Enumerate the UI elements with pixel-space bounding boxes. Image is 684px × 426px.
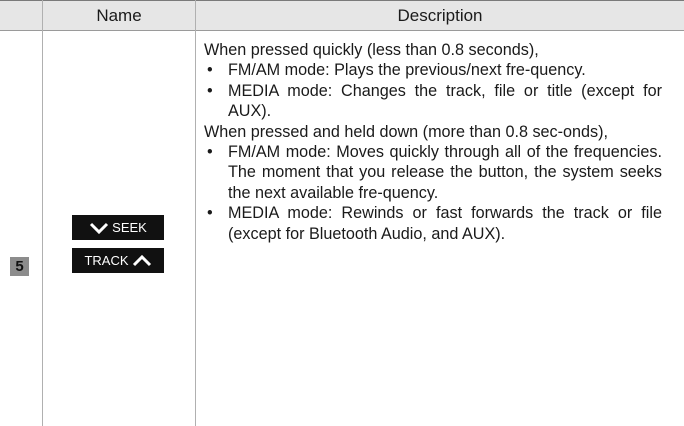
bullet-icon: • xyxy=(207,81,213,100)
header-name: Name xyxy=(96,6,142,25)
seek-button[interactable]: SEEK xyxy=(72,215,164,240)
bullet-icon: • xyxy=(207,143,213,162)
row-number-badge: 5 xyxy=(10,257,29,276)
chevron-up-icon xyxy=(132,254,151,266)
intro-text: When pressed and held down (more than 0.… xyxy=(204,122,609,141)
divider xyxy=(42,31,43,426)
list-item-text: MEDIA mode: Rewinds or fast forwards the… xyxy=(228,204,662,243)
chevron-down-icon xyxy=(90,222,109,234)
list-item-text: FM/AM mode: Plays the previous/next fre-… xyxy=(228,61,586,80)
list-item-text: MEDIA mode: Changes the track, file or t… xyxy=(228,81,662,121)
bullet-icon: • xyxy=(207,204,213,223)
description-cell: When pressed quickly (less than 0.8 seco… xyxy=(204,40,662,244)
info-table: Name Description 5 SEEK TRACK When press… xyxy=(0,0,684,426)
header-description: Description xyxy=(397,6,483,25)
list-item: • MEDIA mode: Changes the track, file or… xyxy=(204,81,662,122)
seek-label: SEEK xyxy=(112,220,147,235)
table-header: Name Description xyxy=(0,0,684,31)
list-item: • FM/AM mode: Plays the previous/next fr… xyxy=(204,60,662,80)
list-item: • MEDIA mode: Rewinds or fast forwards t… xyxy=(204,203,662,244)
list-item-text: FM/AM mode: Moves quickly through all of… xyxy=(228,143,662,202)
intro-text: When pressed quickly (less than 0.8 seco… xyxy=(204,41,539,59)
divider xyxy=(195,0,196,426)
divider xyxy=(42,0,43,31)
track-button[interactable]: TRACK xyxy=(72,248,164,273)
bullet-icon: • xyxy=(207,61,213,80)
list-item: • FM/AM mode: Moves quickly through all … xyxy=(204,142,662,203)
track-label: TRACK xyxy=(84,253,129,268)
